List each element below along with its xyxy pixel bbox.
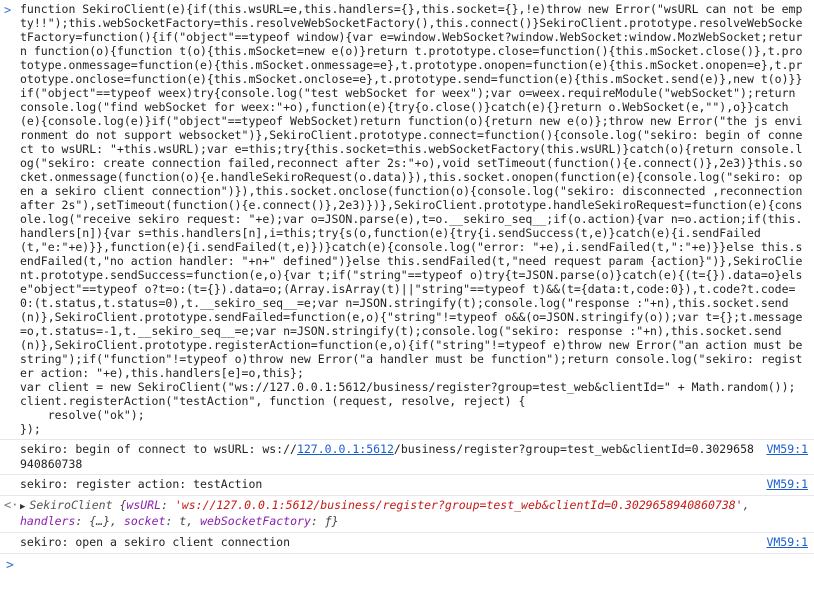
prop-value: t [179,514,187,529]
log-url-link[interactable]: 127.0.0.1:5612 [297,442,394,456]
log-text[interactable]: sekiro: begin of connect to wsURL: ws://… [20,442,756,471]
devtools-console: > function SekiroClient(e){if(this.wsURL… [0,0,814,599]
log-text[interactable]: sekiro: open a sekiro client connection [20,535,756,550]
prop-key: webSocketFactory [200,514,311,529]
object-class-name: SekiroClient [29,497,113,512]
source-link[interactable]: VM59:1 [766,477,808,492]
console-result-entry: <· ▶ SekiroClient {wsURL: 'ws://127.0.0.1… [0,496,814,533]
console-input-entry[interactable]: > function SekiroClient(e){if(this.wsURL… [0,0,814,440]
object-preview[interactable]: ▶ SekiroClient {wsURL: 'ws://127.0.0.1:56… [20,498,808,529]
input-chevron-icon: > [4,3,12,17]
prop-value: ƒ [324,514,332,529]
prop-value: 'ws://127.0.0.1:5612/business/register?g… [174,497,743,512]
result-arrow-icon: <· [4,497,19,512]
prop-key: handlers [20,514,76,529]
source-link[interactable]: VM59:1 [766,535,808,550]
log-entry-open: sekiro: open a sekiro client connection … [0,533,814,554]
prop-value: {…} [89,514,111,529]
source-link[interactable]: VM59:1 [766,442,808,457]
prop-key: socket [123,514,166,529]
brace-close: } [331,514,339,529]
log-text-prefix: sekiro: begin of connect to wsURL: ws:// [20,442,297,456]
console-prompt-icon[interactable]: > [0,554,814,573]
log-entry-register: sekiro: register action: testAction VM59… [0,475,814,496]
code-block[interactable]: function SekiroClient(e){if(this.wsURL=e… [20,2,808,436]
prop-key: wsURL [126,497,162,512]
expand-triangle-icon[interactable]: ▶ [20,502,25,512]
log-entry-connect: sekiro: begin of connect to wsURL: ws://… [0,440,814,476]
log-text[interactable]: sekiro: register action: testAction [20,477,756,492]
